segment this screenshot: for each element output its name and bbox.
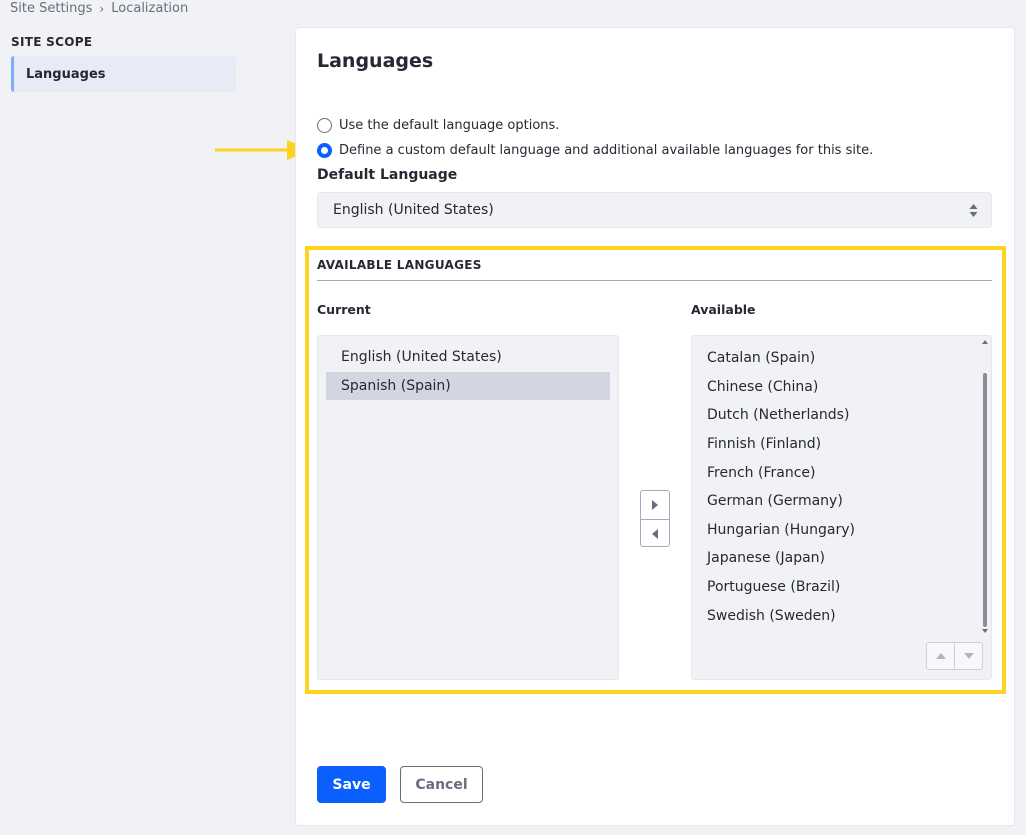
scroll-down-icon[interactable] (982, 629, 988, 634)
scroll-up-icon[interactable] (982, 340, 988, 345)
divider (317, 280, 992, 281)
list-item[interactable]: English (United States) (326, 343, 610, 372)
available-languages-title: AVAILABLE LANGUAGES (317, 258, 482, 272)
radio-button-checked[interactable] (317, 143, 332, 158)
reorder-up-icon (935, 653, 946, 659)
radio-label: Use the default language options. (339, 118, 560, 133)
list-item[interactable]: Japanese (Japan) (692, 544, 983, 573)
move-left-button[interactable] (641, 519, 669, 547)
list-item[interactable]: Catalan (Spain) (692, 344, 983, 373)
sidebar-item-label: Languages (26, 66, 106, 82)
breadcrumb-item-localization: Localization (111, 1, 189, 16)
sidebar-item-languages[interactable]: Languages (11, 56, 236, 92)
list-item[interactable]: Swedish (Sweden) (692, 601, 983, 630)
caret-up-down-icon (969, 204, 978, 217)
cancel-button[interactable]: Cancel (400, 766, 483, 803)
current-languages-list[interactable]: English (United States) Spanish (Spain) (317, 335, 619, 680)
languages-panel: Languages Use the default language optio… (295, 27, 1015, 826)
available-list-label: Available (691, 302, 756, 317)
reorder-up-button[interactable] (927, 643, 954, 669)
list-item[interactable]: Portuguese (Brazil) (692, 573, 983, 602)
radio-default-options[interactable]: Use the default language options. (317, 118, 559, 133)
list-item[interactable]: Dutch (Netherlands) (692, 401, 983, 430)
radio-label: Define a custom default language and add… (339, 143, 874, 158)
reorder-buttons (926, 642, 983, 670)
move-right-icon (652, 500, 658, 510)
breadcrumb: Site Settings › Localization (10, 1, 188, 16)
scrollbar[interactable] (981, 340, 989, 634)
list-item[interactable]: French (France) (692, 458, 983, 487)
page-title: Languages (317, 50, 434, 72)
list-item[interactable]: Finnish (Finland) (692, 430, 983, 459)
move-right-button[interactable] (641, 491, 669, 519)
default-language-label: Default Language (317, 167, 458, 183)
list-item[interactable]: German (Germany) (692, 487, 983, 516)
default-language-value: English (United States) (333, 202, 494, 218)
scrollbar-thumb[interactable] (983, 373, 987, 627)
breadcrumb-separator: › (99, 1, 105, 16)
list-item[interactable]: Chinese (China) (692, 373, 983, 402)
save-button[interactable]: Save (317, 766, 386, 803)
available-languages-list[interactable]: Catalan (Spain) Chinese (China) Dutch (N… (691, 335, 992, 680)
list-item[interactable]: Hungarian (Hungary) (692, 516, 983, 545)
sidebar-section-title: SITE SCOPE (11, 35, 93, 49)
reorder-down-icon (963, 653, 974, 659)
move-left-icon (652, 528, 658, 539)
reorder-down-button[interactable] (954, 643, 982, 669)
default-language-select[interactable]: English (United States) (317, 192, 992, 228)
move-buttons (640, 490, 670, 547)
list-item-selected[interactable]: Spanish (Spain) (326, 371, 610, 401)
current-list-label: Current (317, 302, 371, 317)
radio-button[interactable] (317, 118, 332, 133)
radio-custom-options[interactable]: Define a custom default language and add… (317, 143, 873, 158)
breadcrumb-item-site-settings[interactable]: Site Settings (10, 1, 92, 16)
